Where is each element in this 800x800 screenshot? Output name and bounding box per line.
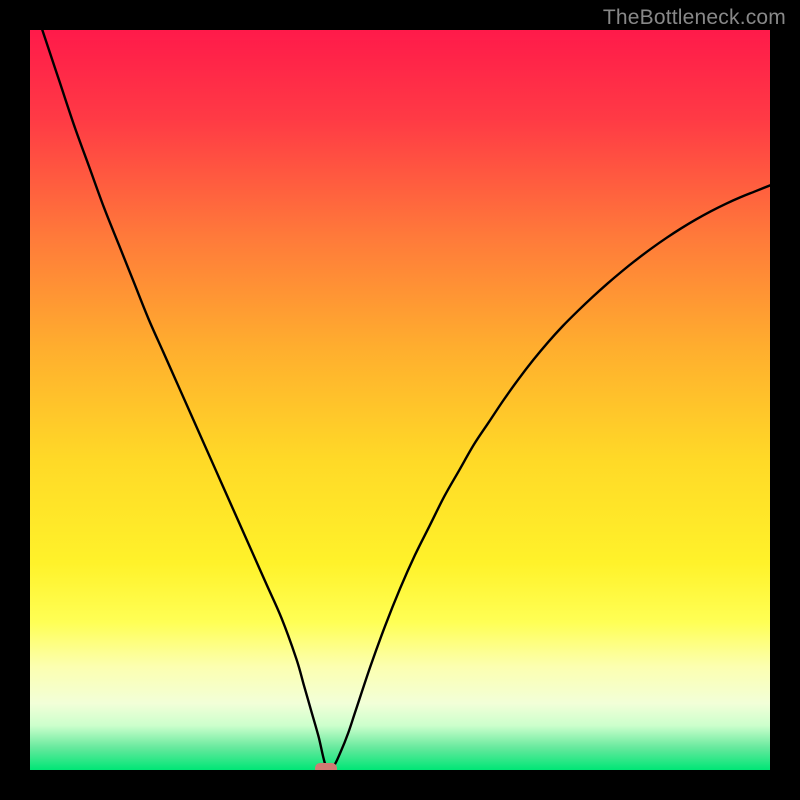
minimum-marker: [315, 763, 337, 770]
watermark-text: TheBottleneck.com: [603, 6, 786, 30]
bottleneck-chart: [30, 30, 770, 770]
chart-canvas: [30, 30, 770, 770]
chart-background: [30, 30, 770, 770]
